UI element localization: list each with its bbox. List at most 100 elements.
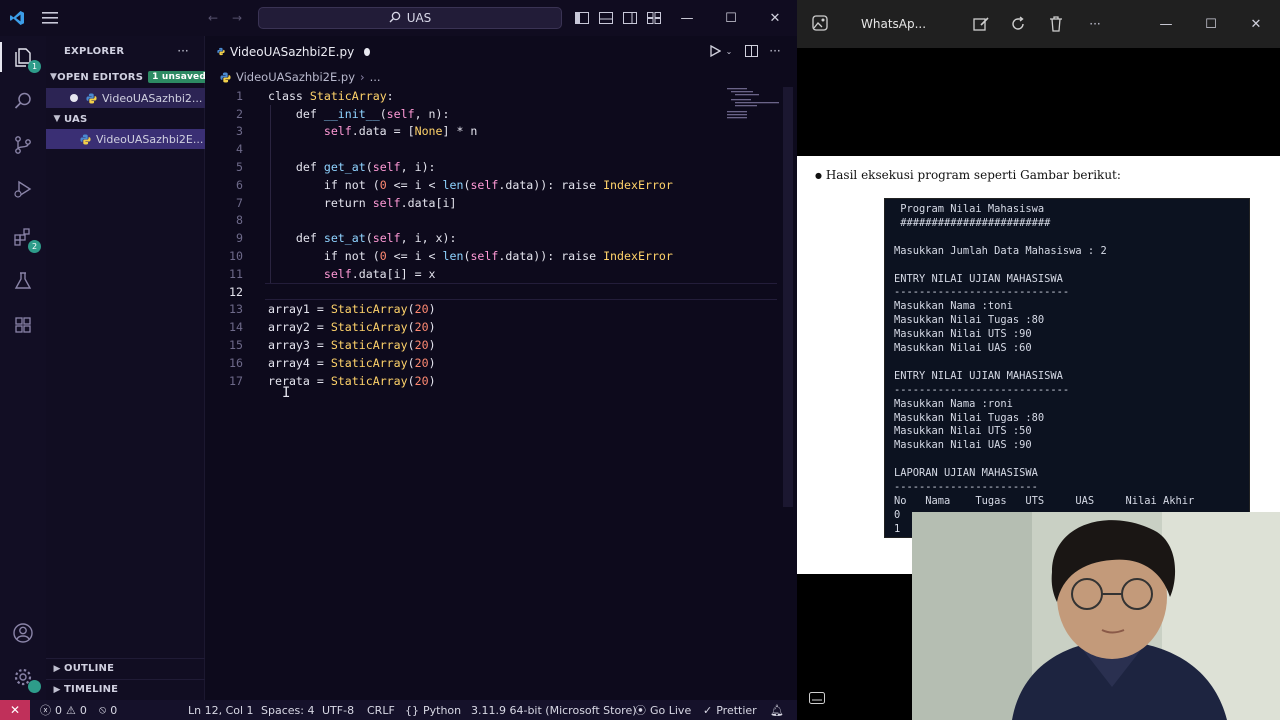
extensions-icon[interactable]: 2	[8, 222, 41, 253]
code-editor[interactable]: 1 class StaticArray: 2 def __init__(self, …	[205, 87, 777, 390]
viewer-maximize-icon[interactable]: ☐	[1198, 12, 1224, 36]
open-editor-item[interactable]: VideoUASazhbi2...	[46, 88, 205, 108]
run-debug-icon[interactable]	[8, 174, 38, 204]
toggle-sidebar-icon[interactable]	[572, 9, 592, 27]
explorer-icon[interactable]: 1	[0, 42, 41, 73]
folder-file-item[interactable]: VideoUASazhbi2E...	[46, 129, 205, 149]
manage-gear-icon[interactable]	[8, 662, 41, 693]
console-line: Masukkan Nama :roni	[894, 397, 1013, 410]
current-line-highlight	[265, 283, 777, 301]
code-line[interactable]: 2 def __init__(self, n):	[205, 105, 725, 123]
activity-bar: 1 2	[0, 36, 46, 700]
viewer-minimize-icon[interactable]: —	[1153, 12, 1179, 36]
code-line[interactable]: 1 class StaticArray:	[205, 87, 725, 105]
remote-indicator-icon[interactable]: ✕	[0, 700, 30, 720]
timeline-section[interactable]: ▶ TIMELINE	[46, 679, 205, 699]
code-line[interactable]: 4	[205, 140, 725, 158]
editor-more-icon[interactable]: ···	[767, 43, 783, 59]
ports-indicator[interactable]: ⦸ 0	[99, 700, 117, 720]
command-center[interactable]: UAS	[258, 7, 562, 29]
python-interpreter[interactable]: 3.11.9 64-bit (Microsoft Store)	[471, 700, 637, 720]
go-live-button[interactable]: ⦿ Go Live	[635, 700, 691, 720]
edit-image-icon[interactable]	[971, 14, 991, 34]
code-text: def set_at(self, i, x):	[268, 231, 457, 246]
code-line[interactable]: 6 if not (0 <= i < len(self.data)): rais…	[205, 176, 725, 194]
unsaved-dot-icon[interactable]	[364, 47, 370, 56]
run-python-icon[interactable]	[707, 43, 723, 59]
end-of-line[interactable]: CRLF	[367, 700, 395, 720]
console-line: Masukkan Nilai UTS :90	[894, 328, 1032, 341]
console-line: Masukkan Nilai UAS :90	[894, 439, 1032, 452]
console-line: ----------------------------	[894, 286, 1070, 299]
notifications-icon[interactable]: 🔔︎	[770, 700, 784, 720]
customize-layout-icon[interactable]	[644, 9, 664, 27]
code-line[interactable]: 16 array4 = StaticArray(20)	[205, 354, 725, 372]
encoding[interactable]: UTF-8	[322, 700, 354, 720]
testing-icon[interactable]	[8, 266, 38, 296]
search-view-icon[interactable]	[8, 86, 38, 116]
console-line: ENTRY NILAI UJIAN MAHASISWA	[894, 272, 1063, 285]
document-caption: Hasil eksekusi program seperti Gambar be…	[825, 168, 1121, 182]
menu-icon[interactable]	[40, 9, 60, 27]
toggle-panel-icon[interactable]	[596, 9, 616, 27]
maximize-icon[interactable]: ☐	[718, 6, 744, 30]
editor-tabs: VideoUASazhbi2E.py ⌄ ···	[205, 36, 797, 66]
breadcrumb-file[interactable]: VideoUASazhbi2E.py	[236, 70, 355, 84]
more-options-icon[interactable]: ···	[1085, 14, 1105, 34]
minimap[interactable]	[725, 87, 781, 123]
code-text: self.data = [None] * n	[323, 124, 478, 139]
back-arrow-icon[interactable]: ←	[203, 9, 223, 27]
timeline-label: TIMELINE	[64, 684, 119, 695]
code-line[interactable]: 5 def get_at(self, i):	[205, 158, 725, 176]
source-control-icon[interactable]	[8, 130, 38, 160]
more-actions-icon[interactable]: ···	[174, 43, 192, 59]
cursor-position[interactable]: Ln 12, Col 1	[188, 700, 254, 720]
breadcrumb: VideoUASazhbi2E.py › ...	[205, 68, 381, 86]
accounts-icon[interactable]	[8, 618, 38, 648]
toggle-secondary-sidebar-icon[interactable]	[620, 9, 640, 27]
forward-arrow-icon[interactable]: →	[227, 9, 247, 27]
console-output-screenshot: Program Nilai Mahasiswa ################…	[884, 198, 1250, 538]
console-line: ----------------------------	[894, 383, 1070, 396]
code-line[interactable]: 7 return self.data[i]	[205, 194, 725, 212]
viewer-close-icon[interactable]: ✕	[1243, 12, 1269, 36]
split-editor-icon[interactable]	[743, 43, 759, 59]
remote-explorer-icon[interactable]	[8, 310, 38, 340]
console-line: Masukkan Nilai Tugas :80	[894, 411, 1045, 424]
code-line[interactable]: 10 if not (0 <= i < len(self.data)): rai…	[205, 247, 725, 265]
code-line[interactable]: 14 array2 = StaticArray(20)	[205, 318, 725, 336]
tab-active-file[interactable]: VideoUASazhbi2E.py	[205, 36, 370, 66]
search-icon	[389, 11, 401, 26]
prettier-indicator[interactable]: ✓ Prettier	[703, 700, 757, 720]
problems-indicator[interactable]: ⓧ 0 ⚠ 0	[40, 700, 87, 720]
indentation[interactable]: Spaces: 4	[261, 700, 314, 720]
console-line: Program Nilai Mahasiswa	[894, 203, 1045, 215]
minimize-icon[interactable]: —	[674, 6, 700, 30]
go-live-label: Go Live	[650, 703, 692, 717]
vscode-window: ← → UAS — ☐ ✕ 1 2 EXPLORER ··· ▼ OPEN ED…	[0, 0, 797, 720]
code-line[interactable]: 12	[205, 283, 777, 301]
breadcrumb-symbols[interactable]: ...	[370, 70, 381, 84]
folder-section[interactable]: ▼ UAS	[46, 109, 205, 129]
code-line[interactable]: 11 self.data[i] = x	[205, 265, 725, 283]
code-line[interactable]: 9 def set_at(self, i, x):	[205, 229, 725, 247]
line-number: 3	[236, 124, 243, 139]
code-text: array3 = StaticArray(20)	[268, 338, 436, 353]
rotate-icon[interactable]	[1008, 14, 1028, 34]
filmstrip-icon[interactable]	[809, 692, 825, 707]
language-mode[interactable]: {} Python	[405, 700, 461, 720]
close-icon[interactable]: ✕	[762, 6, 788, 30]
open-editors-section[interactable]: ▼ OPEN EDITORS 1 unsaved	[46, 67, 205, 87]
code-line[interactable]: 8	[205, 212, 725, 230]
console-line: Masukkan Nilai Tugas :80	[894, 314, 1045, 327]
braces-icon: {}	[405, 703, 419, 717]
vertical-scrollbar[interactable]	[783, 87, 793, 507]
outline-section[interactable]: ▶ OUTLINE	[46, 658, 205, 678]
code-line[interactable]: 15 array3 = StaticArray(20)	[205, 336, 725, 354]
run-dropdown-icon[interactable]: ⌄	[723, 43, 735, 59]
delete-icon[interactable]	[1046, 14, 1066, 34]
document-bullet-text: ● Hasil eksekusi program seperti Gambar …	[815, 168, 1121, 182]
chevron-right-icon: ›	[360, 70, 365, 84]
code-line[interactable]: 13 array1 = StaticArray(20)	[205, 301, 725, 319]
code-line[interactable]: 3 self.data = [None] * n	[205, 123, 725, 141]
